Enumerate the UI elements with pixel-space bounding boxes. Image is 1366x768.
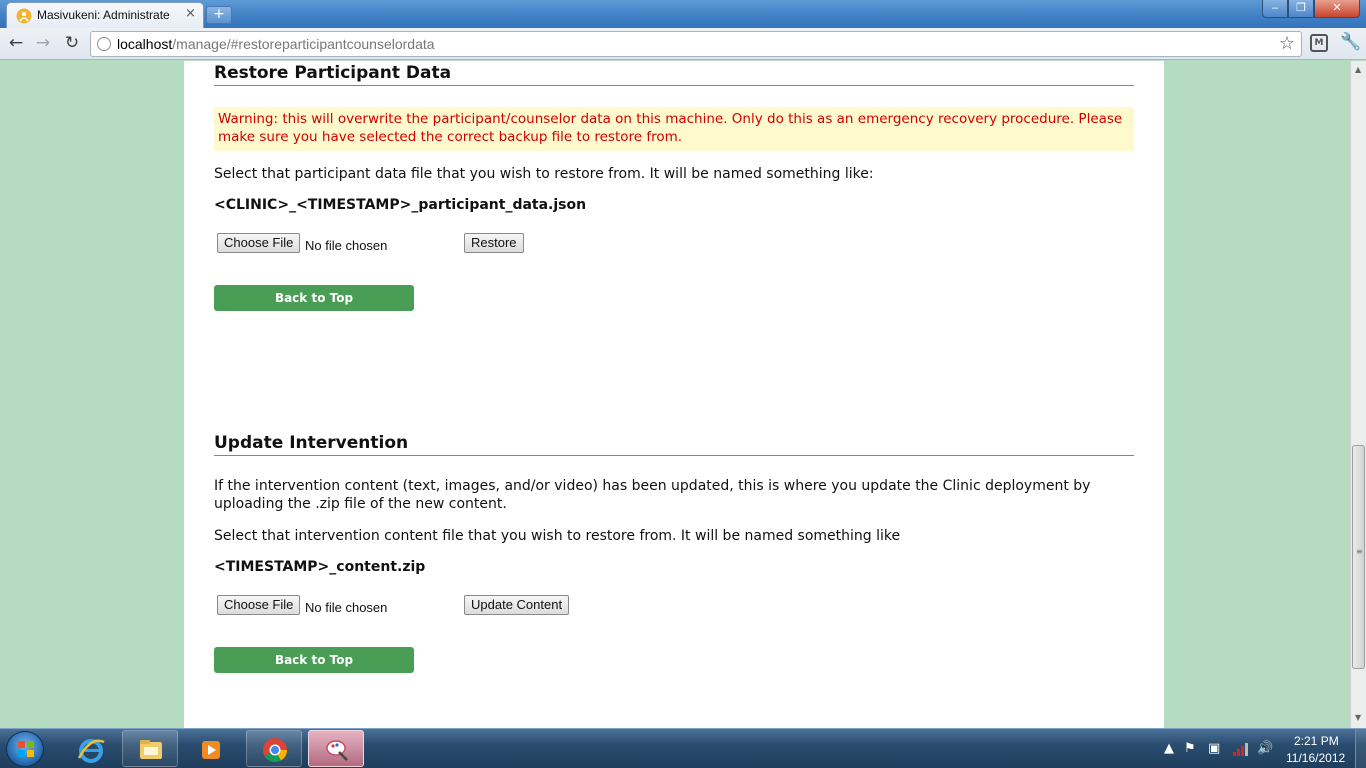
vertical-scrollbar[interactable]: ▲ ≡ ▼ <box>1350 61 1366 728</box>
tab-title: Masivukeni: Administrate <box>37 8 170 22</box>
volume-icon[interactable]: 🔊 <box>1257 741 1273 756</box>
restore-button[interactable]: Restore <box>464 233 524 253</box>
minimize-button[interactable]: ‒ <box>1262 0 1288 18</box>
show-desktop-button[interactable] <box>1355 729 1366 768</box>
media-player-icon <box>202 741 220 759</box>
browser-toolbar: ← → ↻ localhost/manage/#restoreparticipa… <box>0 28 1366 60</box>
clock-time[interactable]: 2:21 PM <box>1294 734 1339 748</box>
update-instructions: Select that intervention content file th… <box>214 528 901 544</box>
clock-date[interactable]: 11/16/2012 <box>1286 751 1345 765</box>
tab-close-icon[interactable]: × <box>185 6 196 21</box>
window-titlebar: Masivukeni: Administrate × + ‒ ❐ ✕ <box>0 0 1366 28</box>
restore-section-heading: Restore Participant Data <box>214 63 1134 86</box>
update-description: If the intervention content (text, image… <box>214 478 1091 512</box>
reload-icon[interactable]: ↻ <box>61 32 83 54</box>
network-signal-icon[interactable] <box>1232 741 1250 757</box>
windows-logo-icon <box>18 741 34 757</box>
page-icon <box>97 37 111 51</box>
maximize-button[interactable]: ❐ <box>1288 0 1314 18</box>
taskbar-chrome-button[interactable] <box>246 730 302 767</box>
taskbar-explorer-button[interactable] <box>122 730 178 767</box>
paint-icon <box>326 740 348 761</box>
action-center-flag-icon[interactable]: ⚑ <box>1184 741 1196 756</box>
url-text: localhost/manage/#restoreparticipantcoun… <box>117 36 435 52</box>
forward-arrow-icon[interactable]: → <box>32 32 54 54</box>
restore-file-status: No file chosen <box>305 238 388 253</box>
url-path: /manage/#restoreparticipantcounselordata <box>172 36 435 52</box>
restore-instructions: Select that participant data file that y… <box>214 166 874 182</box>
scroll-up-arrow-icon[interactable]: ▲ <box>1355 65 1361 74</box>
update-file-status: No file chosen <box>305 600 388 615</box>
back-to-top-button[interactable]: Back to Top <box>214 647 414 673</box>
restore-filename-example: <CLINIC>_<TIMESTAMP>_participant_data.js… <box>214 197 587 213</box>
wrench-menu-icon[interactable]: 🔧 <box>1340 32 1361 52</box>
close-window-button[interactable]: ✕ <box>1314 0 1360 18</box>
restore-warning: Warning: this will overwrite the partici… <box>214 107 1134 151</box>
browser-tab[interactable]: Masivukeni: Administrate × <box>6 2 204 28</box>
taskbar-paint-button[interactable] <box>308 730 364 767</box>
new-tab-button[interactable]: + <box>206 6 232 24</box>
bookmark-star-icon[interactable]: ☆ <box>1279 33 1295 54</box>
chrome-icon <box>263 738 287 763</box>
scrollbar-grip-icon: ≡ <box>1356 547 1363 556</box>
extension-icon[interactable]: M <box>1310 34 1328 52</box>
taskbar-ie-button[interactable] <box>62 730 118 767</box>
restore-choose-file-button[interactable]: Choose File <box>217 233 301 253</box>
update-section-heading: Update Intervention <box>214 433 1134 456</box>
url-host: localhost <box>117 36 173 52</box>
device-icon[interactable]: ▣ <box>1208 741 1220 756</box>
show-hidden-icons-icon[interactable]: ▲ <box>1164 741 1174 756</box>
update-choose-file-button[interactable]: Choose File <box>217 595 301 615</box>
explorer-icon <box>140 740 162 759</box>
start-button[interactable] <box>6 731 44 767</box>
back-arrow-icon[interactable]: ← <box>5 32 27 54</box>
back-to-top-button[interactable]: Back to Top <box>214 285 414 311</box>
scroll-down-arrow-icon[interactable]: ▼ <box>1355 713 1361 722</box>
taskbar-media-player-button[interactable] <box>182 730 238 767</box>
address-bar[interactable]: localhost/manage/#restoreparticipantcoun… <box>90 31 1302 57</box>
windows-taskbar: ▲ ⚑ ▣ 🔊 2:21 PM 11/16/2012 <box>0 728 1366 768</box>
update-filename-example: <TIMESTAMP>_content.zip <box>214 559 426 575</box>
app-favicon-icon <box>16 8 32 24</box>
content-panel: Restore Participant Data Warning: this w… <box>184 61 1164 728</box>
update-content-button[interactable]: Update Content <box>464 595 570 615</box>
scrollbar-thumb[interactable]: ≡ <box>1352 445 1365 669</box>
page-viewport: Restore Participant Data Warning: this w… <box>0 61 1350 728</box>
ie-icon <box>77 739 105 763</box>
